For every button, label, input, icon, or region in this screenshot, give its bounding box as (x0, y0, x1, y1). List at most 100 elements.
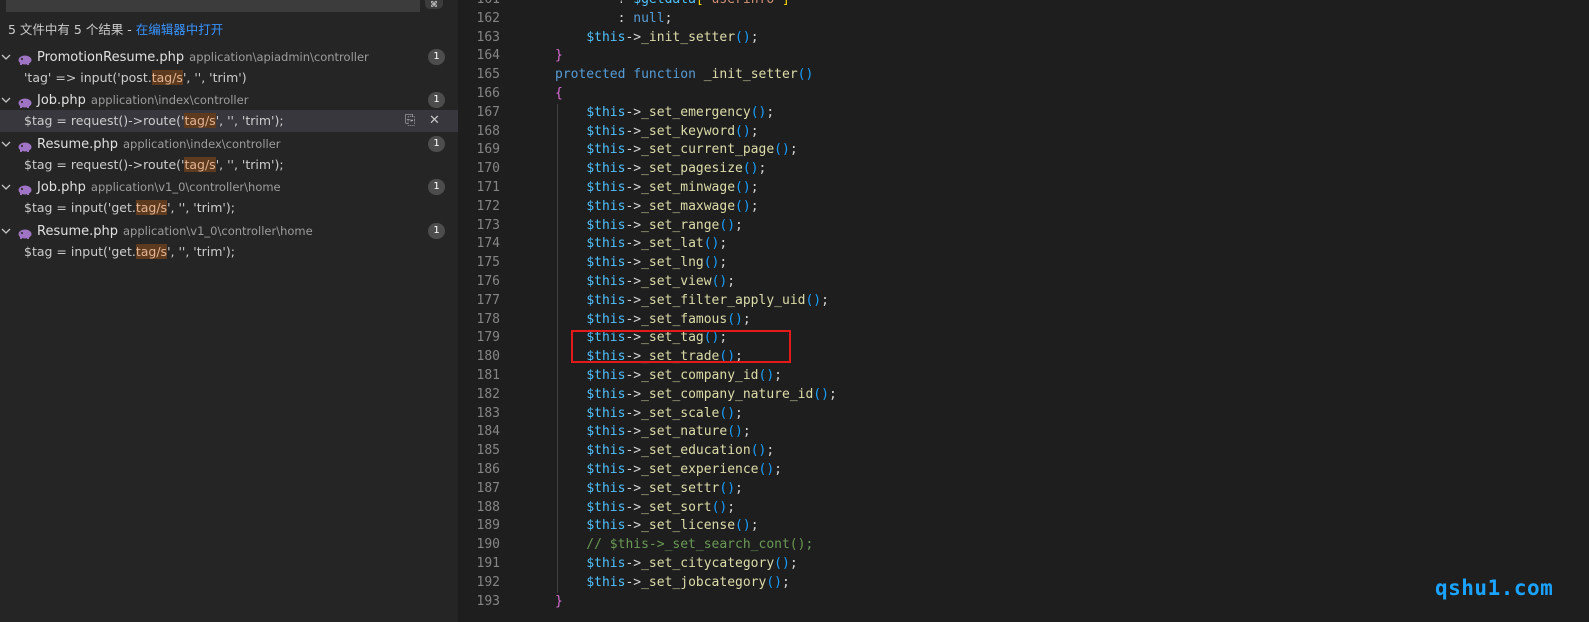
code-text: } (555, 593, 563, 609)
line-number: 172 (476, 198, 500, 214)
code-text: $this->_set_view(); (586, 273, 736, 289)
code-text: ? $getdata['userinfo'] (555, 0, 790, 10)
chevron-down-icon[interactable] (1, 182, 11, 192)
match-count-badge: 1 (428, 49, 445, 65)
line-number: 173 (476, 217, 500, 233)
chevron-down-icon[interactable] (1, 52, 11, 62)
code-text: $this->_set_famous(); (586, 311, 751, 327)
code-editor[interactable]: 161 ? $getdata['userinfo'] 162 : null; 163… (458, 0, 1589, 622)
match-text: $tag = input('get.tag/s', '', 'trim'); (24, 197, 235, 219)
line-number: 185 (476, 443, 500, 459)
file-name: Resume.php (37, 224, 118, 239)
chevron-down-icon[interactable] (1, 139, 11, 149)
search-summary: 5 文件中有 5 个结果 - 在编辑器中打开 (8, 19, 223, 38)
search-result-file[interactable]: Job.php application\index\controller 1 (0, 89, 458, 111)
line-number: 174 (476, 236, 500, 252)
match-suffix: ', '', 'trim'); (167, 244, 235, 259)
line-number: 162 (476, 10, 500, 26)
php-file-icon (18, 51, 32, 65)
line-number: 177 (476, 292, 500, 308)
match-prefix: $tag = input('get. (24, 200, 136, 215)
search-result-match[interactable]: $tag = request()->route('tag/s', '', 'tr… (0, 154, 458, 176)
search-result-file[interactable]: Resume.php application\index\controller 1 (0, 133, 458, 155)
file-path: application\index\controller (123, 137, 281, 151)
file-path: application\v1_0\controller\home (90, 180, 281, 194)
line-number: 181 (476, 367, 500, 383)
php-file-icon (18, 138, 32, 152)
file-name: PromotionResume.php (37, 50, 185, 65)
summary-separator: - (123, 22, 136, 37)
dismiss-icon[interactable]: ✕ (429, 110, 440, 132)
code-text: $this->_set_license(); (586, 518, 759, 534)
file-name: Job.php (37, 180, 86, 195)
code-text: $this->_init_setter(); (586, 29, 759, 45)
match-count-badge: 1 (428, 223, 445, 239)
row-actions: ⎘ ✕ (405, 110, 445, 132)
line-number: 183 (476, 405, 500, 421)
search-result-file[interactable]: Job.php application\v1_0\controller\home 1 (0, 176, 458, 198)
line-number: 176 (476, 273, 500, 289)
match-suffix: ', '', 'trim') (182, 70, 247, 85)
result-file-name: Job.php application\v1_0\controller\home (37, 176, 281, 199)
search-input[interactable] (6, 0, 420, 12)
line-number: 186 (476, 461, 500, 477)
code-text: $this->_set_range(); (586, 217, 743, 233)
indent-guide (557, 103, 558, 593)
match-prefix: $tag = input('get. (24, 244, 136, 259)
match-highlight: tag/s (151, 70, 183, 85)
line-number: 166 (476, 85, 500, 101)
search-result-match[interactable]: $tag = request()->route('tag/s', '', 'tr… (0, 110, 458, 132)
line-number: 182 (476, 386, 500, 402)
line-number: 163 (476, 29, 500, 45)
match-count-badge: 1 (428, 136, 445, 152)
search-result-match[interactable]: 'tag' => input('post.tag/s', '', 'trim') (0, 67, 458, 89)
line-number: 193 (476, 593, 500, 609)
chevron-down-icon[interactable] (1, 95, 11, 105)
line-number: 179 (476, 330, 500, 346)
php-file-icon (18, 181, 32, 195)
line-number: 167 (476, 104, 500, 120)
code-text: $this->_set_sort(); (586, 499, 736, 515)
match-highlight: tag/s (184, 157, 216, 172)
line-number: 188 (476, 499, 500, 515)
code-text: $this->_set_current_page(); (586, 142, 798, 158)
code-text: $this->_set_scale(); (586, 405, 743, 421)
php-file-icon (18, 225, 32, 239)
match-prefix: 'tag' => input('post. (24, 70, 152, 85)
match-count-badge: 1 (428, 92, 445, 108)
search-result-file[interactable]: PromotionResume.php application\apiadmin\… (0, 46, 458, 68)
php-file-icon (18, 94, 32, 108)
code-text: $this->_set_minwage(); (586, 179, 759, 195)
code-text: $this->_set_pagesize(); (586, 161, 767, 177)
chevron-down-icon[interactable] (1, 226, 11, 236)
search-summary-text: 5 文件中有 5 个结果 (8, 22, 124, 37)
line-number: 189 (476, 518, 500, 534)
match-suffix: ', '', 'trim'); (215, 157, 284, 172)
code-text: $this->_set_lng(); (586, 255, 728, 271)
line-number: 165 (476, 67, 500, 83)
search-result-file[interactable]: Resume.php application\v1_0\controller\ho… (0, 220, 458, 242)
match-text: $tag = input('get.tag/s', '', 'trim'); (24, 241, 235, 263)
file-path: application\index\controller (90, 93, 249, 107)
match-text: 'tag' => input('post.tag/s', '', 'trim') (24, 67, 247, 89)
search-result-match[interactable]: $tag = input('get.tag/s', '', 'trim'); (0, 197, 458, 219)
result-file-name: Resume.php application\v1_0\controller\ho… (37, 220, 313, 243)
replace-icon[interactable]: ⎘ (405, 110, 415, 132)
code-text: $this->_set_education(); (586, 443, 775, 459)
match-count-badge: 1 (428, 179, 445, 195)
file-path: application\apiadmin\controller (189, 50, 369, 64)
match-highlight: tag/s (135, 244, 168, 259)
file-name: Job.php (37, 93, 86, 108)
code-text: $this->_set_emergency(); (586, 104, 775, 120)
code-text: protected function _init_setter() (555, 67, 814, 83)
open-in-editor-link[interactable]: 在编辑器中打开 (136, 22, 224, 37)
regex-toggle-icon[interactable]: ⌘ (425, 0, 443, 9)
file-name: Resume.php (37, 137, 118, 152)
line-number: 187 (476, 480, 500, 496)
code-text: { (555, 85, 563, 101)
search-result-match[interactable]: $tag = input('get.tag/s', '', 'trim'); (0, 241, 458, 263)
code-text: $this->_set_nature(); (586, 424, 751, 440)
match-prefix: $tag = request()->route(' (24, 157, 185, 172)
code-text: $this->_set_company_id(); (586, 367, 782, 383)
match-prefix: $tag = request()->route(' (24, 113, 185, 128)
